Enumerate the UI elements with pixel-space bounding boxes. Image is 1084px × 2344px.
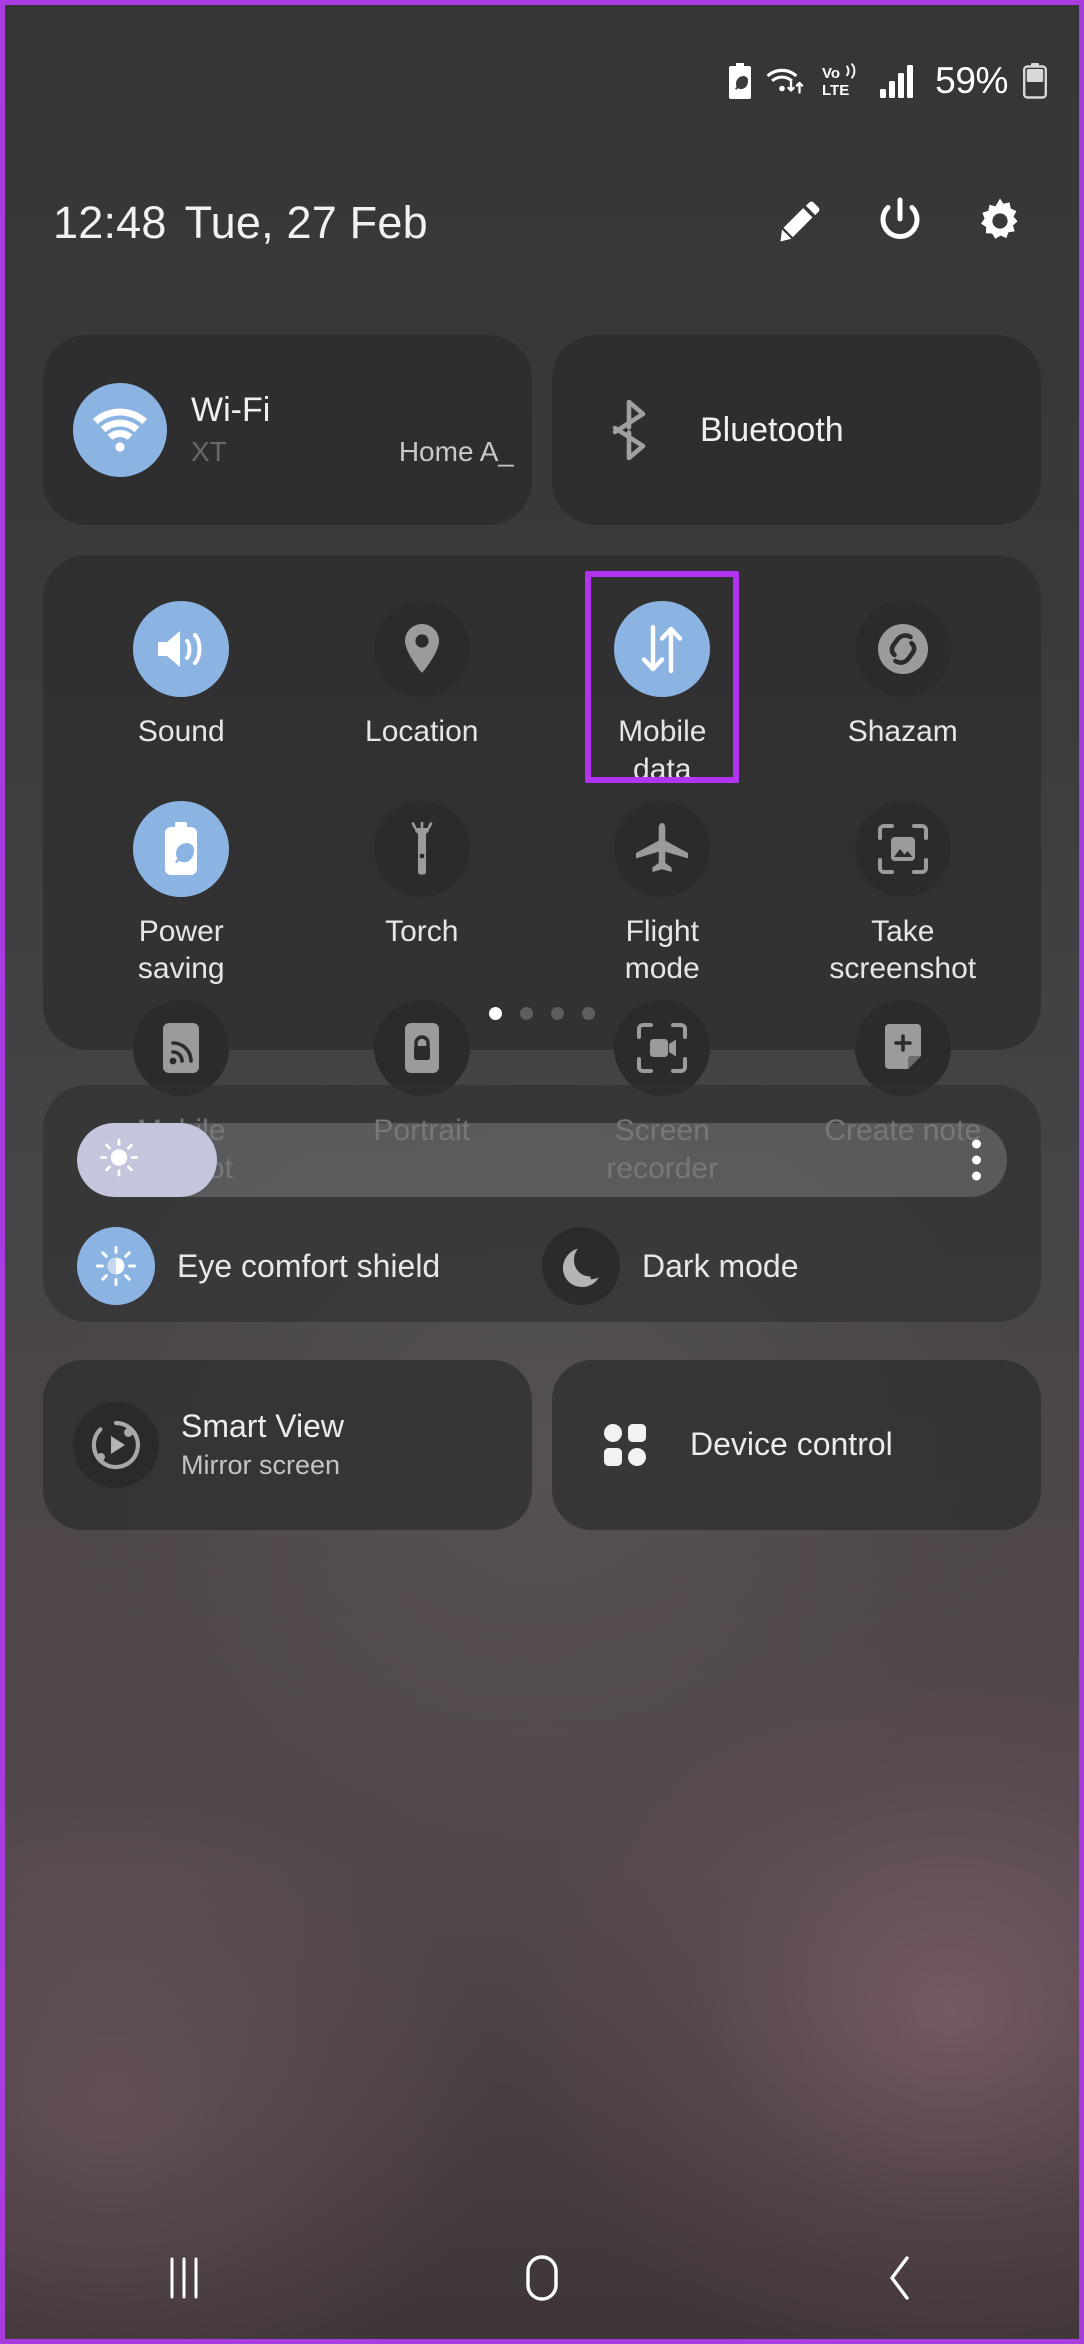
wifi-text: Wi-Fi XT Home A_ bbox=[191, 390, 532, 469]
airplane-icon bbox=[614, 800, 711, 897]
settings-button[interactable] bbox=[971, 194, 1029, 252]
device-control-title: Device control bbox=[690, 1426, 893, 1463]
wifi-transfer-icon bbox=[766, 63, 808, 99]
page-dot-1[interactable] bbox=[489, 1007, 502, 1020]
flashlight-icon bbox=[373, 800, 470, 897]
power-icon bbox=[873, 194, 927, 253]
svg-text:Vo: Vo bbox=[822, 65, 840, 82]
bluetooth-text: Bluetooth bbox=[700, 410, 1041, 449]
clock-date-label: Tue, 27 Feb bbox=[184, 197, 428, 248]
gear-icon bbox=[974, 195, 1026, 252]
sun-shield-icon bbox=[77, 1227, 155, 1305]
edit-button[interactable] bbox=[771, 194, 829, 252]
home-button[interactable] bbox=[363, 2221, 721, 2339]
eye-comfort-shield-toggle[interactable]: Eye comfort shield bbox=[77, 1227, 542, 1305]
power-saving-battery-icon bbox=[727, 63, 753, 99]
wifi-ssid-scroll-right: Home A_ bbox=[398, 436, 514, 468]
smart-view-text: Smart View Mirror screen bbox=[181, 1407, 345, 1482]
volume-icon bbox=[133, 601, 230, 697]
power-saving-label: Power saving bbox=[137, 914, 225, 986]
svg-text:LTE: LTE bbox=[822, 82, 849, 99]
shazam-label: Shazam bbox=[847, 715, 958, 748]
wifi-icon bbox=[73, 383, 167, 477]
location-tile[interactable]: Location bbox=[302, 597, 543, 789]
bluetooth-title: Bluetooth bbox=[700, 410, 844, 449]
volte-icon: Vo LTE bbox=[821, 62, 867, 100]
device-control-text: Device control bbox=[690, 1426, 893, 1463]
connectivity-row: Wi-Fi XT Home A_ Bluetooth bbox=[43, 335, 1041, 525]
bottom-tiles-row: Smart View Mirror screen Device control bbox=[43, 1360, 1041, 1530]
home-icon bbox=[520, 2252, 564, 2309]
smart-view-tile[interactable]: Smart View Mirror screen bbox=[43, 1360, 532, 1530]
take-screenshot-tile[interactable]: Take screenshot bbox=[783, 797, 1024, 989]
signal-bars-icon bbox=[880, 64, 918, 98]
power-button[interactable] bbox=[871, 194, 929, 252]
bluetooth-tile[interactable]: Bluetooth bbox=[552, 335, 1041, 525]
sound-tile[interactable]: Sound bbox=[61, 597, 302, 789]
status-bar: Vo LTE 59% bbox=[5, 5, 1079, 157]
wifi-title: Wi-Fi bbox=[191, 390, 271, 429]
quick-settings-card: Sound Location Mobile data Shazam Power … bbox=[43, 555, 1041, 1185]
page-dot-3[interactable] bbox=[551, 1007, 564, 1020]
smart-view-title: Smart View bbox=[181, 1407, 345, 1444]
screenshot-icon bbox=[854, 800, 951, 897]
power-saving-tile[interactable]: Power saving bbox=[61, 797, 302, 989]
brightness-slider-fill bbox=[77, 1123, 217, 1197]
clock-date[interactable]: 12:48 Tue, 27 Feb bbox=[53, 197, 428, 249]
clock-time: 12:48 bbox=[53, 197, 167, 248]
location-pin-icon bbox=[373, 601, 470, 697]
shazam-icon bbox=[854, 601, 951, 697]
eye-comfort-shield-label: Eye comfort shield bbox=[177, 1247, 441, 1284]
sound-label: Sound bbox=[137, 715, 225, 748]
navigation-bar bbox=[5, 2221, 1079, 2339]
wifi-subtitle: XT Home A_ bbox=[191, 436, 514, 468]
back-button[interactable] bbox=[721, 2221, 1079, 2339]
back-chevron-icon bbox=[880, 2252, 920, 2309]
smart-view-icon bbox=[73, 1402, 159, 1488]
battery-icon bbox=[1023, 63, 1047, 99]
display-modes-row: Eye comfort shield Dark mode bbox=[77, 1227, 1007, 1305]
brightness-sun-icon bbox=[99, 1138, 139, 1183]
flight-mode-tile[interactable]: Flight mode bbox=[542, 797, 783, 989]
torch-tile[interactable]: Torch bbox=[302, 797, 543, 989]
page-dot-2[interactable] bbox=[520, 1007, 533, 1020]
device-control-tile[interactable]: Device control bbox=[552, 1360, 1041, 1530]
quick-settings-panel: Vo LTE 59% 12:48 Tue, 27 Feb Wi-Fi XT Ho… bbox=[5, 5, 1079, 2339]
phone-screen: Vo LTE 59% 12:48 Tue, 27 Feb Wi-Fi XT Ho… bbox=[0, 0, 1084, 2344]
data-arrows-icon bbox=[614, 601, 711, 697]
battery-leaf-icon bbox=[133, 800, 230, 897]
shazam-tile[interactable]: Shazam bbox=[783, 597, 1024, 789]
location-label: Location bbox=[365, 715, 479, 748]
torch-label: Torch bbox=[385, 914, 459, 948]
recents-button[interactable] bbox=[5, 2221, 363, 2339]
recents-icon bbox=[162, 2253, 206, 2308]
mobile-data-tile[interactable]: Mobile data bbox=[542, 597, 783, 789]
page-dot-4[interactable] bbox=[582, 1007, 595, 1020]
bluetooth-icon bbox=[582, 383, 676, 477]
dark-mode-toggle[interactable]: Dark mode bbox=[542, 1227, 1007, 1305]
flight-mode-label: Flight mode bbox=[624, 914, 700, 986]
dark-mode-label: Dark mode bbox=[642, 1247, 799, 1284]
page-indicator bbox=[43, 1007, 1041, 1020]
header-actions bbox=[771, 194, 1043, 252]
wifi-tile[interactable]: Wi-Fi XT Home A_ bbox=[43, 335, 532, 525]
grid-dots-icon bbox=[582, 1402, 668, 1488]
pencil-icon bbox=[775, 196, 825, 251]
smart-view-subtitle: Mirror screen bbox=[181, 1450, 341, 1481]
battery-percent-label: 59% bbox=[935, 60, 1008, 101]
mobile-data-label: Mobile data bbox=[618, 715, 707, 786]
take-screenshot-label: Take screenshot bbox=[829, 914, 977, 986]
moon-icon bbox=[542, 1227, 620, 1305]
more-vertical-icon[interactable] bbox=[972, 1139, 981, 1181]
brightness-slider[interactable] bbox=[77, 1123, 1007, 1197]
panel-header: 12:48 Tue, 27 Feb bbox=[5, 175, 1079, 271]
brightness-card: Eye comfort shield Dark mode bbox=[43, 1085, 1041, 1322]
wifi-ssid-scroll-left: XT bbox=[191, 436, 227, 468]
